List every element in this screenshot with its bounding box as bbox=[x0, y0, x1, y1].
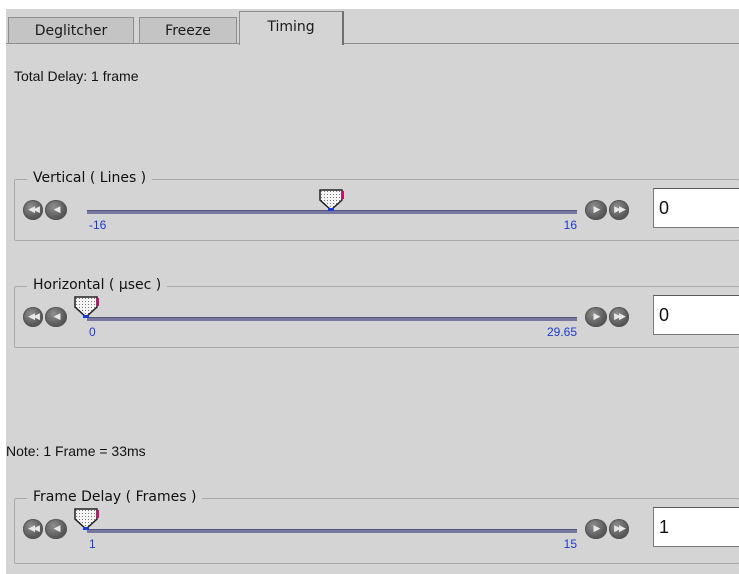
vertical-value-field[interactable]: 0 bbox=[653, 188, 739, 228]
tab-timing-label: Timing bbox=[267, 19, 315, 35]
horizontal-legend: Horizontal ( µsec ) bbox=[27, 277, 168, 293]
frame-delay-value-field[interactable]: 1 bbox=[653, 507, 739, 547]
tab-deglitcher[interactable]: Deglitcher bbox=[8, 17, 134, 43]
tab-bar: Deglitcher Freeze Timing bbox=[6, 9, 739, 45]
slider-min-label: 0 bbox=[89, 325, 96, 339]
horizontal-group: Horizontal ( µsec ) ◀◀ ◀ 0 29.65 ▶ ▶▶ 0 bbox=[14, 277, 739, 349]
last-button[interactable]: ▶▶ bbox=[609, 200, 629, 220]
left-arrow-icon: ◀ bbox=[53, 312, 61, 322]
double-left-arrow-icon: ◀◀ bbox=[28, 524, 40, 534]
double-right-arrow-icon: ▶▶ bbox=[614, 312, 626, 322]
right-arrow-icon: ▶ bbox=[593, 205, 601, 215]
timing-panel: Deglitcher Freeze Timing Total Delay: 1 … bbox=[6, 9, 739, 574]
double-right-arrow-icon: ▶▶ bbox=[614, 205, 626, 215]
prev-button[interactable]: ◀ bbox=[45, 200, 67, 220]
double-right-arrow-icon: ▶▶ bbox=[614, 524, 626, 534]
horizontal-slider: ◀◀ ◀ 0 29.65 ▶ ▶▶ 0 bbox=[23, 295, 739, 349]
slider-track[interactable] bbox=[87, 529, 577, 533]
first-button[interactable]: ◀◀ bbox=[23, 519, 43, 539]
slider-max-label: 16 bbox=[563, 218, 577, 232]
slider-thumb-icon[interactable] bbox=[73, 507, 101, 531]
slider-max-label: 29.65 bbox=[546, 325, 577, 339]
slider-thumb-icon[interactable] bbox=[73, 295, 101, 319]
frame-delay-slider: ◀◀ ◀ 1 15 ▶ ▶▶ 1 bbox=[23, 507, 739, 561]
double-left-arrow-icon: ◀◀ bbox=[28, 205, 40, 215]
vertical-legend: Vertical ( Lines ) bbox=[27, 170, 153, 186]
right-arrow-icon: ▶ bbox=[593, 524, 601, 534]
slider-track[interactable] bbox=[87, 317, 577, 321]
slider-max-label: 15 bbox=[563, 537, 577, 551]
slider-min-label: 1 bbox=[89, 537, 96, 551]
vertical-slider: ◀◀ ◀ -16 16 ▶ ▶▶ 0 bbox=[23, 188, 739, 242]
frame-delay-group: Frame Delay ( Frames ) ◀◀ ◀ 1 15 ▶ ▶▶ 1 bbox=[14, 489, 739, 564]
prev-button[interactable]: ◀ bbox=[45, 307, 67, 327]
first-button[interactable]: ◀◀ bbox=[23, 307, 43, 327]
double-left-arrow-icon: ◀◀ bbox=[28, 312, 40, 322]
last-button[interactable]: ▶▶ bbox=[609, 307, 629, 327]
tab-divider bbox=[344, 43, 739, 44]
first-button[interactable]: ◀◀ bbox=[23, 200, 43, 220]
note-text: Note: 1 Frame = 33ms bbox=[6, 443, 146, 459]
left-arrow-icon: ◀ bbox=[53, 205, 61, 215]
tab-timing[interactable]: Timing bbox=[239, 11, 344, 45]
slider-thumb-icon[interactable] bbox=[318, 188, 346, 212]
tab-freeze-label: Freeze bbox=[165, 22, 211, 39]
next-button[interactable]: ▶ bbox=[585, 307, 607, 327]
next-button[interactable]: ▶ bbox=[585, 519, 607, 539]
tab-freeze[interactable]: Freeze bbox=[139, 17, 237, 43]
tab-deglitcher-label: Deglitcher bbox=[34, 22, 108, 39]
total-delay-text: Total Delay: 1 frame bbox=[14, 68, 139, 84]
prev-button[interactable]: ◀ bbox=[45, 519, 67, 539]
slider-min-label: -16 bbox=[89, 218, 107, 232]
horizontal-value-field[interactable]: 0 bbox=[653, 295, 739, 335]
tab-divider bbox=[6, 43, 239, 44]
next-button[interactable]: ▶ bbox=[585, 200, 607, 220]
right-arrow-icon: ▶ bbox=[593, 312, 601, 322]
vertical-group: Vertical ( Lines ) ◀◀ ◀ -16 16 ▶ ▶▶ 0 bbox=[14, 170, 739, 242]
frame-delay-legend: Frame Delay ( Frames ) bbox=[27, 489, 203, 505]
last-button[interactable]: ▶▶ bbox=[609, 519, 629, 539]
left-arrow-icon: ◀ bbox=[53, 524, 61, 534]
